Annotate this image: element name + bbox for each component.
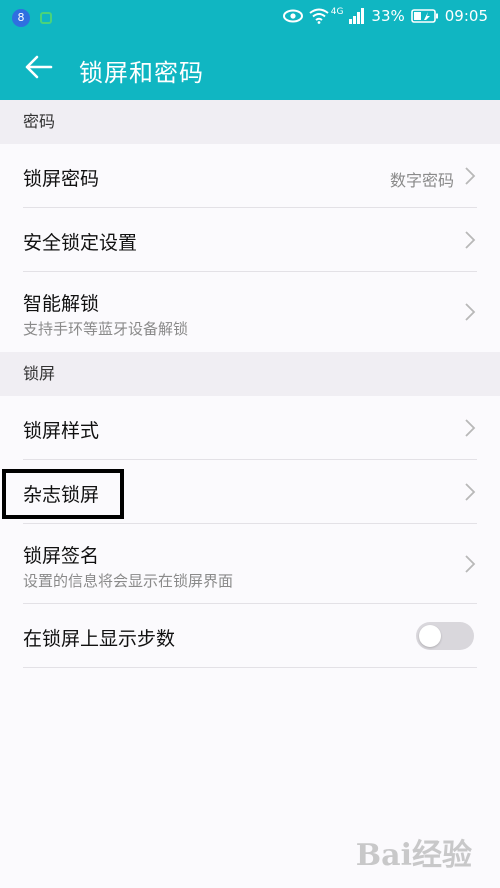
notification-icons: 8 bbox=[12, 9, 52, 27]
chevron-right-icon bbox=[465, 419, 476, 437]
divider bbox=[23, 667, 477, 668]
network-type: 4G bbox=[330, 7, 344, 17]
eye-comfort-icon bbox=[282, 9, 303, 23]
highlight-annotation-box bbox=[2, 469, 124, 519]
wechat-notification-icon bbox=[40, 12, 52, 24]
lock-screen-signature-item[interactable]: 锁屏签名 设置的信息将会显示在锁屏界面 bbox=[0, 524, 500, 604]
chevron-right-icon bbox=[465, 483, 476, 501]
back-arrow-icon[interactable] bbox=[24, 52, 54, 82]
chevron-right-icon bbox=[465, 167, 476, 185]
signal-icon bbox=[349, 8, 365, 24]
show-steps-item[interactable]: 在锁屏上显示步数 bbox=[0, 604, 500, 668]
smart-unlock-item[interactable]: 智能解锁 支持手环等蓝牙设备解锁 bbox=[0, 272, 500, 352]
chevron-right-icon bbox=[465, 231, 476, 249]
baidu-watermark: Bai经验 bbox=[355, 838, 472, 873]
chevron-right-icon bbox=[465, 555, 476, 573]
item-label: 锁屏样式 bbox=[23, 420, 100, 442]
app-notification-icon: 8 bbox=[12, 9, 30, 27]
item-label: 安全锁定设置 bbox=[23, 232, 138, 254]
battery-percent: 33% bbox=[371, 7, 405, 25]
chevron-right-icon bbox=[465, 303, 476, 321]
item-value: 数字密码 bbox=[389, 171, 454, 190]
status-bar: 8 4G 33% 09:05 bbox=[0, 0, 500, 34]
security-lock-settings-item[interactable]: 安全锁定设置 bbox=[0, 208, 500, 272]
battery-icon bbox=[410, 9, 438, 23]
section-header-lock-screen: 锁屏 bbox=[0, 352, 500, 396]
lock-screen-password-item[interactable]: 锁屏密码 数字密码 bbox=[0, 144, 500, 208]
item-subtitle: 支持手环等蓝牙设备解锁 bbox=[23, 320, 189, 338]
item-label: 智能解锁 bbox=[23, 293, 100, 315]
item-subtitle: 设置的信息将会显示在锁屏界面 bbox=[23, 572, 234, 590]
app-bar: 8 4G 33% 09:05 锁屏和密码 bbox=[0, 0, 500, 100]
toggle-knob bbox=[419, 625, 441, 647]
header: 锁屏和密码 bbox=[0, 34, 500, 100]
page-title: 锁屏和密码 bbox=[79, 59, 204, 87]
item-label: 锁屏签名 bbox=[23, 545, 100, 567]
wifi-icon bbox=[309, 8, 329, 24]
system-indicators: 4G 33% 09:05 bbox=[282, 7, 488, 25]
item-label: 在锁屏上显示步数 bbox=[23, 628, 176, 650]
lock-screen-style-item[interactable]: 锁屏样式 bbox=[0, 396, 500, 460]
section-header-password: 密码 bbox=[0, 100, 500, 144]
clock: 09:05 bbox=[444, 7, 488, 25]
show-steps-toggle[interactable] bbox=[416, 622, 474, 650]
item-label: 锁屏密码 bbox=[23, 168, 100, 190]
